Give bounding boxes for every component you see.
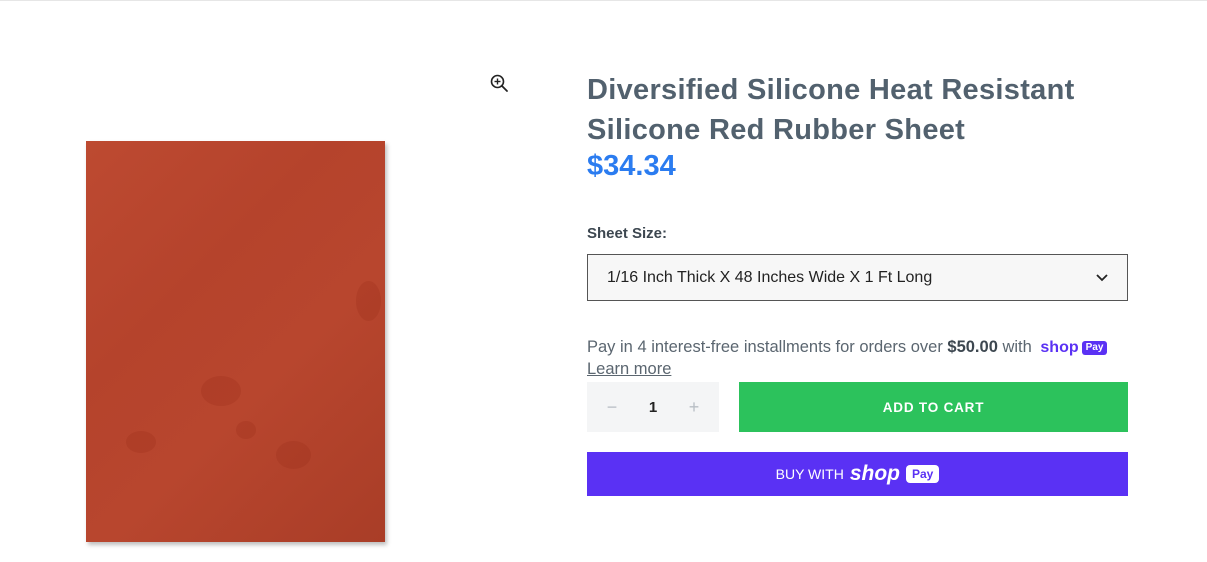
product-price: $34.34 <box>587 150 676 182</box>
product-title: Diversified Silicone Heat Resistant Sili… <box>587 74 1075 146</box>
shop-pay-logo-pay: Pay <box>1081 340 1108 355</box>
learn-more-link[interactable]: Learn more <box>587 360 671 379</box>
quantity-stepper: − 1 + <box>587 382 719 432</box>
variant-label: Sheet Size: <box>587 225 668 242</box>
quantity-increase-button[interactable]: + <box>687 397 701 418</box>
header-divider <box>0 0 1207 1</box>
add-to-cart-button[interactable]: ADD TO CART <box>739 382 1128 432</box>
installments-message: Pay in 4 interest-free installments for … <box>587 335 1128 360</box>
buy-with-shop-pay-button[interactable]: BUY WITH shop Pay <box>587 452 1128 496</box>
shop-pay-logo-shop: shop <box>1040 338 1079 356</box>
pay-logo: Pay <box>906 465 940 483</box>
shop-logo: shop <box>849 462 900 485</box>
installments-prefix: Pay in 4 interest-free installments for … <box>587 338 948 356</box>
installments-threshold: $50.00 <box>947 338 998 356</box>
quantity-decrease-button[interactable]: − <box>605 397 619 418</box>
installments-suffix: with <box>997 338 1037 356</box>
buy-with-label: BUY WITH <box>775 466 844 482</box>
zoom-in-icon[interactable] <box>489 73 509 93</box>
quantity-input[interactable]: 1 <box>649 399 657 416</box>
sheet-size-selected-value: 1/16 Inch Thick X 48 Inches Wide X 1 Ft … <box>607 268 933 286</box>
chevron-down-icon <box>1096 273 1108 281</box>
product-image[interactable] <box>86 141 385 542</box>
sheet-size-select[interactable]: 1/16 Inch Thick X 48 Inches Wide X 1 Ft … <box>587 254 1128 301</box>
product-info: Diversified Silicone Heat Resistant Sili… <box>587 70 1128 150</box>
shop-pay-logo: shop Pay <box>1040 336 1108 360</box>
